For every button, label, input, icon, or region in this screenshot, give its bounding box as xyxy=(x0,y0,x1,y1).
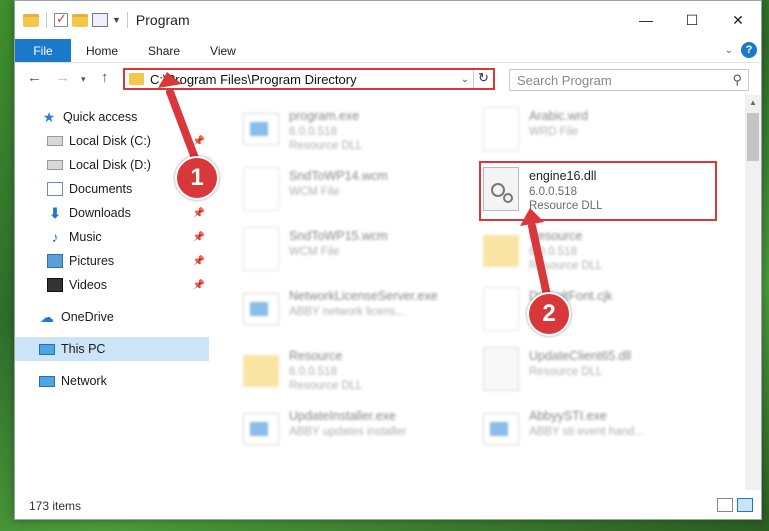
callout-badge-2: 2 xyxy=(527,292,571,336)
annotation-arrows xyxy=(158,72,552,304)
arrow-2-shaft xyxy=(528,222,552,304)
callout-badge-1: 1 xyxy=(175,156,219,200)
arrow-2-head xyxy=(520,208,544,226)
arrow-1-shaft xyxy=(166,88,202,170)
arrow-1-head xyxy=(158,72,182,88)
